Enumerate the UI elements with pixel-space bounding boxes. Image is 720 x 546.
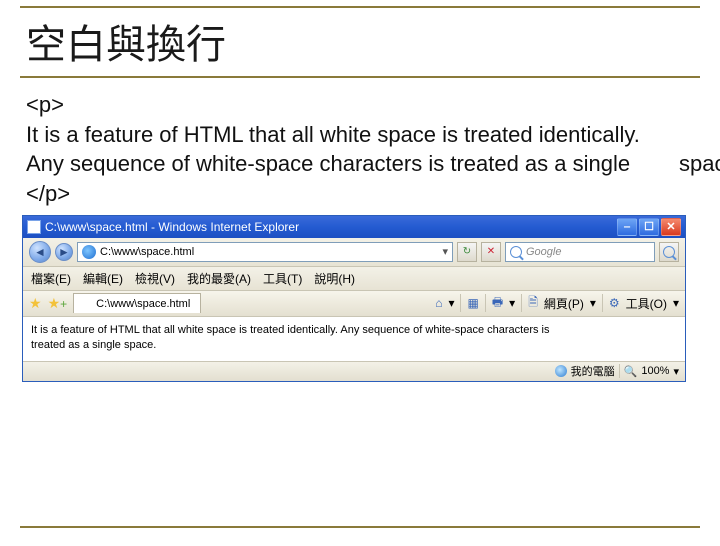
home-icon[interactable]: ⌂ [435, 296, 442, 310]
code-line: Any sequence of white-space characters i… [26, 149, 694, 179]
refresh-icon: ↻ [463, 246, 471, 257]
zone-globe-icon [555, 365, 567, 377]
command-bar: ⌂ ▾ ▦ 🖶 ▾ 🗎 網頁(P) ▾ ⚙ 工具(O) ▾ [435, 293, 679, 314]
page-content: It is a feature of HTML that all white s… [23, 317, 685, 361]
page-icon [27, 220, 41, 234]
menu-help[interactable]: 說明(H) [314, 270, 355, 287]
status-bar: 我的電腦 🔍 100% ▾ [23, 361, 685, 381]
stop-icon: ✕ [487, 246, 495, 257]
add-favorite-icon[interactable]: ★+ [48, 295, 68, 312]
zoom-icon[interactable]: 🔍 [624, 365, 638, 378]
search-box[interactable]: Google [505, 242, 655, 262]
zoom-dropdown-icon[interactable]: ▾ [673, 365, 679, 378]
browser-window: C:\www\space.html - Windows Internet Exp… [22, 215, 686, 382]
titlebar: C:\www\space.html - Windows Internet Exp… [23, 216, 685, 238]
dropdown-icon[interactable]: ▾ [448, 296, 454, 310]
menu-file[interactable]: 檔案(E) [31, 270, 71, 287]
minimize-button[interactable]: ‒ [617, 218, 637, 236]
dropdown-icon[interactable]: ▾ [673, 296, 679, 310]
magnifier-icon [663, 246, 675, 258]
zone-label: 我的電腦 [571, 363, 615, 379]
close-button[interactable]: ✕ [661, 218, 681, 236]
forward-button[interactable]: ► [55, 243, 73, 261]
dropdown-icon[interactable]: ▾ [590, 296, 596, 310]
refresh-button[interactable]: ↻ [457, 242, 477, 262]
address-bar[interactable]: C:\www\space.html ▾ [77, 242, 453, 262]
page-text-line: It is a feature of HTML that all white s… [31, 323, 677, 338]
window-title: C:\www\space.html - Windows Internet Exp… [45, 220, 617, 234]
slide-title-bar: 空白與換行 [20, 6, 700, 78]
dropdown-icon[interactable]: ▾ [509, 296, 515, 310]
menu-view[interactable]: 檢視(V) [135, 270, 175, 287]
code-line: It is a feature of HTML that all white s… [26, 120, 694, 150]
code-line: <p> [26, 90, 694, 120]
page-icon: 🗎 [528, 293, 538, 314]
menu-favorites[interactable]: 我的最愛(A) [187, 270, 251, 287]
code-line: </p> [26, 179, 694, 209]
code-example: <p> It is a feature of HTML that all whi… [26, 90, 694, 209]
page-text-line: treated as a single space. [31, 338, 677, 353]
search-go-button[interactable] [659, 242, 679, 262]
favorites-star-icon[interactable]: ★ [29, 295, 42, 312]
feeds-icon[interactable]: ▦ [467, 296, 478, 310]
slide-title: 空白與換行 [26, 22, 226, 67]
maximize-button[interactable]: ☐ [639, 218, 659, 236]
address-url: C:\www\space.html [100, 246, 438, 258]
menu-tools[interactable]: 工具(T) [263, 270, 302, 287]
tab-page-icon [80, 298, 92, 310]
search-placeholder: Google [526, 246, 561, 258]
nav-bar: ◄ ► C:\www\space.html ▾ ↻ ✕ Google [23, 238, 685, 267]
ie-icon [82, 245, 96, 259]
zoom-label: 100% [641, 365, 669, 377]
slide-footer-rule [20, 526, 700, 528]
stop-button[interactable]: ✕ [481, 242, 501, 262]
search-icon [510, 246, 522, 258]
tab-toolbar: ★ ★+ C:\www\space.html ⌂ ▾ ▦ 🖶 ▾ 🗎 網頁(P) ▾ … [23, 291, 685, 317]
tab-title: C:\www\space.html [96, 298, 190, 310]
back-button[interactable]: ◄ [29, 241, 51, 263]
tools-menu[interactable]: 工具(O) [626, 295, 667, 312]
menu-edit[interactable]: 編輯(E) [83, 270, 123, 287]
print-icon[interactable]: 🖶 [492, 293, 503, 314]
menu-bar: 檔案(E) 編輯(E) 檢視(V) 我的最愛(A) 工具(T) 說明(H) [23, 267, 685, 291]
dropdown-icon[interactable]: ▾ [442, 245, 448, 258]
gear-icon: ⚙ [609, 296, 620, 310]
page-menu[interactable]: 網頁(P) [544, 295, 584, 312]
browser-tab[interactable]: C:\www\space.html [73, 293, 201, 313]
